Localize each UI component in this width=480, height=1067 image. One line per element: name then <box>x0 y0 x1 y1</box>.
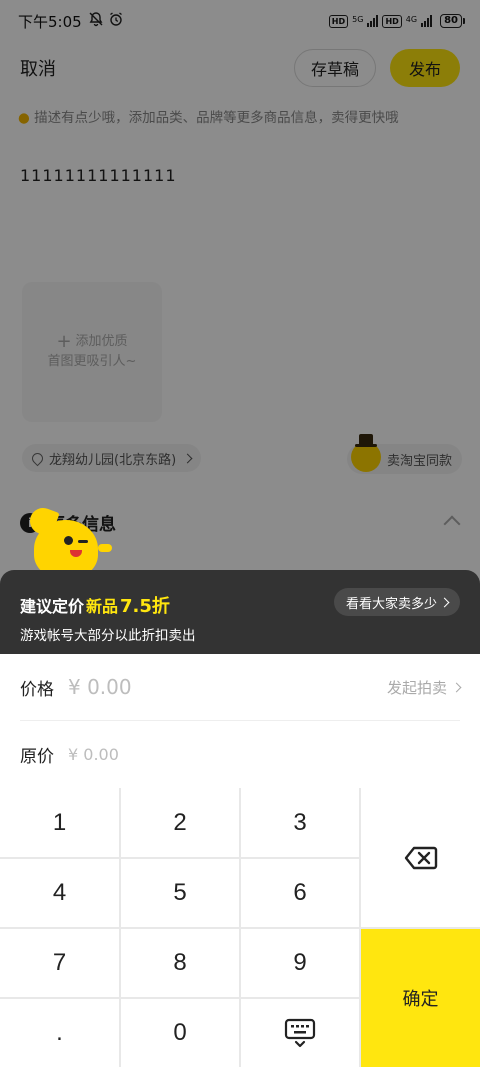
suggest-price-banner: 建议定价 新品 7.5折 游戏帐号大部分以此折扣卖出 看看大家卖多少 <box>0 570 480 654</box>
key-dot[interactable]: . <box>0 999 119 1067</box>
backspace-icon <box>404 846 438 870</box>
keyboard-hide-icon <box>284 1018 316 1048</box>
see-others-label: 看看大家卖多少 <box>345 596 437 612</box>
key-9[interactable]: 9 <box>241 929 359 997</box>
auction-label: 发起拍卖 <box>386 678 447 697</box>
key-0[interactable]: 0 <box>121 999 239 1067</box>
chevron-right-icon <box>451 682 462 692</box>
suggest-subtitle: 游戏帐号大部分以此折扣卖出 <box>20 628 196 644</box>
confirm-button[interactable]: 确定 <box>361 929 480 1067</box>
chevron-right-icon <box>439 597 450 607</box>
original-price-label: 原价 <box>20 747 54 767</box>
delete-key[interactable] <box>361 788 480 927</box>
suggest-highlight-value: 7.5折 <box>120 596 170 617</box>
price-row[interactable]: 价格 ¥ 0.00 发起拍卖 <box>20 654 462 721</box>
original-price-input[interactable]: ¥ 0.00 <box>68 745 119 764</box>
key-6[interactable]: 6 <box>241 859 359 927</box>
price-form: 价格 ¥ 0.00 发起拍卖 原价 ¥ 0.00 <box>0 654 480 788</box>
see-others-button[interactable]: 看看大家卖多少 <box>333 588 460 616</box>
key-7[interactable]: 7 <box>0 929 119 997</box>
key-3[interactable]: 3 <box>241 788 359 857</box>
auction-button[interactable]: 发起拍卖 <box>386 677 462 698</box>
key-4[interactable]: 4 <box>0 859 119 927</box>
price-input[interactable]: ¥ 0.00 <box>68 675 132 699</box>
suggest-prefix: 建议定价 <box>20 597 85 616</box>
hide-keyboard-key[interactable] <box>241 999 359 1067</box>
key-8[interactable]: 8 <box>121 929 239 997</box>
price-label: 价格 <box>20 679 54 700</box>
price-sheet: 建议定价 新品 7.5折 游戏帐号大部分以此折扣卖出 看看大家卖多少 价格 ¥ … <box>0 570 480 1067</box>
mascot-icon-large <box>24 504 112 578</box>
numeric-keypad: 1 2 3 4 5 6 7 8 9 确定 . 0 <box>0 788 480 1067</box>
key-1[interactable]: 1 <box>0 788 119 857</box>
original-price-row[interactable]: 原价 ¥ 0.00 <box>20 721 460 788</box>
key-5[interactable]: 5 <box>121 859 239 927</box>
key-2[interactable]: 2 <box>121 788 239 857</box>
suggest-highlight-word: 新品 <box>86 597 119 616</box>
